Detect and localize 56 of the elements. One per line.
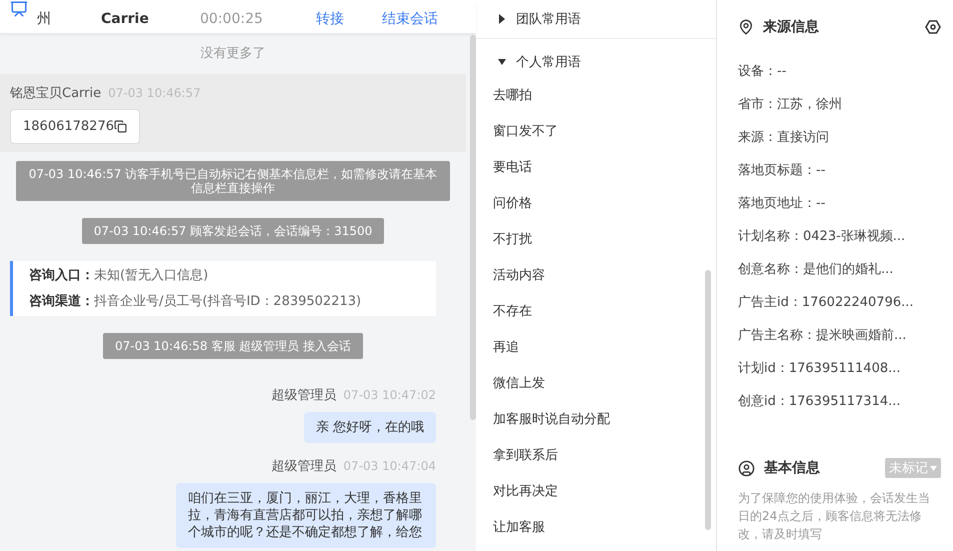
message-time: 07-03 10:47:02 — [343, 388, 436, 402]
phrase-item[interactable]: 让加客服 — [476, 509, 716, 545]
phrase-item[interactable]: 去哪拍 — [476, 77, 716, 113]
customer-name: Carrie — [101, 10, 150, 28]
user-icon — [738, 460, 755, 476]
info-note: 为了保障您的使用体验，会话发生当日的24点之后，顾客信息将无法修改，请及时填写 — [738, 490, 931, 543]
info-field: 广告主id：176022240796... — [738, 285, 941, 318]
message-bubble: 咱们在三亚，厦门，丽江，大理，香格里拉，青海有直营店都可以拍，亲想了解哪个城市的呢？还是不确定都想了解，给您 — [176, 483, 436, 548]
caret-icon — [930, 466, 937, 470]
monitor-icon — [10, 0, 28, 18]
message-time: 07-03 10:47:04 — [343, 459, 436, 473]
info-row-text: 咨询入口：未知(暂无入口信息) — [29, 267, 210, 284]
phrase-item[interactable]: 窗口发不了 — [476, 113, 716, 149]
phrase-item[interactable]: 对比再决定 — [476, 473, 716, 509]
phrase-group-header[interactable]: 团队常用语 — [476, 0, 716, 39]
end-session-button[interactable]: 结束会话 — [382, 10, 462, 28]
caret-icon — [498, 14, 506, 24]
sender-name: 超级管理员 — [271, 458, 336, 475]
section-title: 来源信息 — [763, 18, 820, 36]
phrase-group-header[interactable]: 个人常用语 — [476, 47, 716, 77]
info-field: 计划id：176395111408... — [738, 351, 941, 384]
phrase-item[interactable]: 要电话 — [476, 149, 716, 185]
info-field: 落地页标题：-- — [738, 153, 941, 186]
no-more-text: 没有更多了 — [200, 45, 266, 63]
message-bubble: 亲 您好呀，在的哦 — [304, 412, 436, 443]
transfer-button[interactable]: 转接 — [316, 10, 382, 28]
info-field: 广告主名称：提米映画婚前... — [738, 318, 941, 351]
info-field: 计划名称：0423-张琳视频... — [738, 219, 941, 252]
location-pin-icon — [738, 19, 754, 35]
system-message: 07-03 10:46:57 顾客发起会话，会话编号：31500 — [82, 218, 384, 244]
info-field: 落地页地址：-- — [738, 186, 941, 219]
phrase-item[interactable]: 不存在 — [476, 293, 716, 329]
sender-name: 铭恩宝贝Carrie — [10, 85, 102, 102]
phrase-item[interactable]: 不打扰 — [476, 221, 716, 257]
settings-icon[interactable] — [925, 19, 941, 35]
info-field: 设备：-- — [738, 54, 941, 87]
phrase-item[interactable]: 拿到联系后 — [476, 437, 716, 473]
section-title: 基本信息 — [764, 459, 821, 477]
info-field: 省市：江苏，徐州 — [738, 87, 941, 120]
caret-icon — [498, 57, 506, 67]
info-row-text: 咨询渠道：抖音企业号/员工号(抖音号ID：2839502213) — [29, 293, 362, 310]
phrase-item[interactable]: 微信上发 — [476, 365, 716, 401]
info-field: 创意名称：是他们的婚礼... — [738, 252, 941, 285]
system-message: 07-03 10:46:58 客服 超级管理员 接入会话 — [102, 333, 364, 359]
sender-name: 超级管理员 — [271, 387, 336, 404]
info-field: 来源：直接访问 — [738, 120, 941, 153]
copy-icon[interactable] — [114, 120, 127, 133]
phrase-item[interactable]: 活动内容 — [476, 257, 716, 293]
phrase-item[interactable]: 加客服时说自动分配 — [476, 401, 716, 437]
session-timer: 00:00:25 — [200, 10, 264, 28]
system-message: 07-03 10:46:57 访客手机号已自动标记右侧基本信息栏，如需修改请在基本信息栏直接操作 — [16, 161, 450, 201]
message-bubble: 18606178276 — [10, 109, 140, 144]
phrase-item[interactable]: 问价格 — [476, 185, 716, 221]
phrase-item[interactable]: 再追 — [476, 329, 716, 365]
info-field: 创意id：176395117314... — [738, 384, 941, 417]
location-text: 州 — [37, 10, 52, 28]
